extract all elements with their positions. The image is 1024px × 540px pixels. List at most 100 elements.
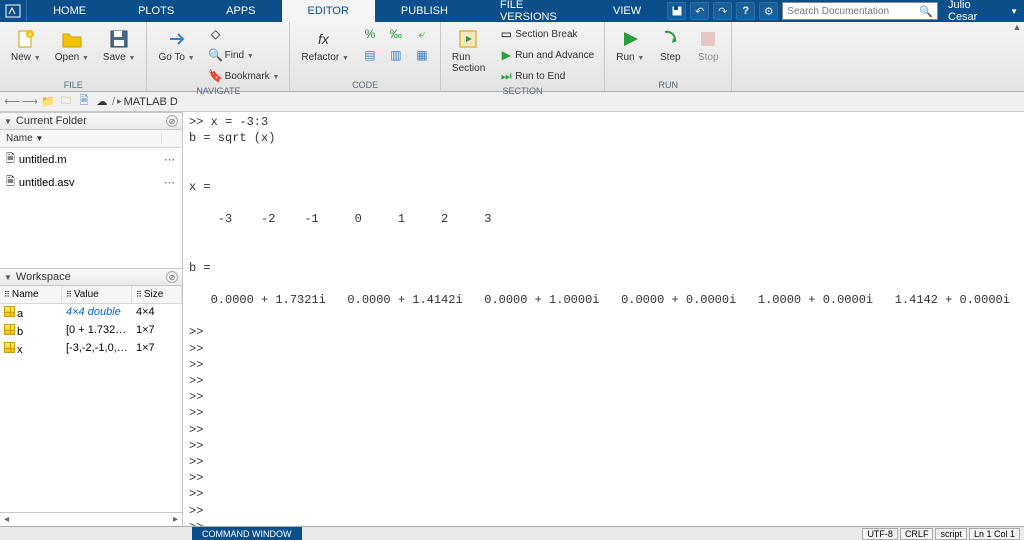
run-button[interactable]: Run ▼ — [611, 24, 649, 66]
file-more-icon[interactable]: ⋯ — [164, 153, 176, 166]
nav-forward-button[interactable]: ⟶ — [22, 94, 38, 110]
cloud-icon[interactable]: ☁ — [94, 94, 110, 110]
workspace-row[interactable]: a4×4 double4×4 — [0, 304, 182, 322]
workspace-header[interactable]: ▼ Workspace ⊘ — [0, 268, 182, 286]
file-row[interactable]: 🗎untitled.asv⋯ — [0, 171, 182, 194]
col-var-name[interactable]: ⠿Name — [0, 286, 62, 303]
variable-icon — [4, 324, 15, 335]
user-dropdown-icon[interactable]: ▼ — [1010, 7, 1018, 16]
comment-icon[interactable]: % — [358, 24, 382, 44]
col-var-size[interactable]: ⠿Size — [132, 286, 182, 303]
path-sep-icon[interactable]: ▸ — [117, 96, 122, 107]
tab-view[interactable]: VIEW — [587, 0, 667, 22]
var-size: 1×7 — [132, 324, 182, 338]
goto-button[interactable]: Go To ▼ — [153, 24, 199, 66]
find-button[interactable]: 🔍Find ▼ — [204, 45, 284, 65]
open-folder-icon — [60, 27, 84, 51]
ribbon-group-file: + New ▼ Open ▼ Save ▼ FILE — [0, 22, 147, 91]
ribbon-collapse-icon[interactable]: ▲ — [1010, 22, 1024, 91]
file-more-icon[interactable]: ⋯ — [164, 176, 176, 189]
tab-editor[interactable]: EDITOR — [282, 0, 375, 22]
tab-home[interactable]: HOME — [27, 0, 112, 22]
uncomment-icon[interactable]: ‰ — [384, 24, 408, 44]
run-advance-button[interactable]: ▶Run and Advance — [494, 45, 598, 65]
run-section-button[interactable]: Run Section — [447, 24, 490, 77]
workspace-row[interactable]: b[0 + 1.7321...1×7 — [0, 322, 182, 340]
section-break-icon: ▭ — [498, 26, 514, 42]
search-documentation[interactable]: 🔍 — [782, 2, 938, 20]
help-icon[interactable]: ? — [736, 2, 755, 20]
scroll-right-icon[interactable]: ▸ — [173, 514, 178, 525]
collapse-icon[interactable]: ▼ — [4, 117, 12, 126]
bookmark-button[interactable]: 🔖Bookmark ▼ — [204, 66, 284, 86]
section-break-button[interactable]: ▭Section Break — [494, 24, 598, 44]
var-value: [0 + 1.7321... — [62, 324, 132, 338]
close-panel-icon[interactable]: ⊘ — [166, 271, 178, 283]
tab-plots[interactable]: PLOTS — [112, 0, 200, 22]
command-window-label[interactable]: COMMAND WINDOW — [192, 527, 302, 540]
wrap-comment-icon[interactable]: ⤶ — [410, 24, 434, 44]
ribbon-group-navigate: Go To ▼ ◇ 🔍Find ▼ 🔖Bookmark ▼ NAVIGATE — [147, 22, 290, 91]
ribbon-group-section: Run Section ▭Section Break ▶Run and Adva… — [441, 22, 605, 91]
status-eol[interactable]: CRLF — [900, 528, 934, 540]
outdent-icon[interactable]: ▥ — [384, 45, 408, 65]
svg-text:fx: fx — [318, 31, 330, 47]
path-segment[interactable]: MATLAB D — [124, 96, 178, 108]
workspace-row[interactable]: x[-3,-2,-1,0,1...1×7 — [0, 340, 182, 358]
stop-button[interactable]: Stop — [691, 24, 725, 66]
scroll-left-icon[interactable]: ◂ — [4, 514, 9, 525]
svg-text:+: + — [28, 30, 33, 39]
redo-icon[interactable]: ↷ — [713, 2, 732, 20]
tab-file-versions[interactable]: FILE VERSIONS — [474, 0, 587, 22]
open-button[interactable]: Open ▼ — [50, 24, 94, 66]
command-window: >> x = -3:3 b = sqrt (x) x = -3 -2 -1 0 … — [183, 112, 1024, 526]
close-panel-icon[interactable]: ⊘ — [166, 115, 178, 127]
tab-publish[interactable]: PUBLISH — [375, 0, 474, 22]
command-output[interactable]: >> x = -3:3 b = sqrt (x) x = -3 -2 -1 0 … — [183, 112, 1024, 526]
step-button[interactable]: Step — [653, 24, 687, 66]
nav-back-icon[interactable]: ◇ — [204, 24, 284, 44]
main-tabs: HOME PLOTS APPS EDITOR PUBLISH FILE VERS… — [27, 0, 667, 22]
col-name[interactable]: Name ▼ — [0, 133, 162, 144]
file-row[interactable]: 🗎untitled.m⋯ — [0, 148, 182, 171]
nav-up-icon[interactable]: 📁 — [40, 94, 56, 110]
find-icon: 🔍 — [208, 47, 224, 63]
user-name[interactable]: Julio Cesar — [942, 0, 1006, 23]
new-button[interactable]: + New ▼ — [6, 24, 46, 66]
undo-icon[interactable]: ↶ — [690, 2, 709, 20]
nav-back-button[interactable]: ⟵ — [4, 94, 20, 110]
stop-icon — [696, 27, 720, 51]
save-button[interactable]: Save ▼ — [98, 24, 141, 66]
run-to-end-button[interactable]: ⏭Run to End — [494, 66, 598, 86]
status-bar: COMMAND WINDOW UTF-8 CRLF script Ln 1 Co… — [0, 526, 1024, 540]
status-cursor-pos: Ln 1 Col 1 — [969, 528, 1020, 540]
main-area: ▼ Current Folder ⊘ Name ▼ 🗎untitled.m⋯🗎u… — [0, 112, 1024, 526]
nav-history-icon[interactable]: 🗎 — [76, 94, 92, 110]
status-mode[interactable]: script — [935, 528, 967, 540]
search-input[interactable] — [787, 6, 919, 17]
ribbon-label-code: CODE — [296, 80, 434, 91]
current-folder-header[interactable]: ▼ Current Folder ⊘ — [0, 112, 182, 130]
smart-indent-icon[interactable]: ▦ — [410, 45, 434, 65]
collapse-icon[interactable]: ▼ — [4, 273, 12, 282]
status-encoding[interactable]: UTF-8 — [862, 528, 898, 540]
file-list: 🗎untitled.m⋯🗎untitled.asv⋯ — [0, 148, 182, 268]
indent-icon[interactable]: ▤ — [358, 45, 382, 65]
col-var-value[interactable]: ⠿Value — [62, 286, 132, 303]
search-icon[interactable]: 🔍 — [919, 5, 933, 18]
variable-icon — [4, 306, 15, 317]
ribbon-group-run: Run ▼ Step Stop RUN — [605, 22, 732, 91]
refactor-button[interactable]: fx Refactor ▼ — [296, 24, 354, 66]
nav-browse-icon[interactable]: 🗀 — [58, 94, 74, 110]
bookmark-icon: 🔖 — [208, 68, 224, 84]
variable-icon — [4, 342, 15, 353]
sidebar-scrollbar[interactable]: ◂ ▸ — [0, 512, 182, 526]
tab-apps[interactable]: APPS — [200, 0, 281, 22]
var-size: 1×7 — [132, 342, 182, 356]
ribbon-label-file: FILE — [6, 80, 140, 91]
workspace-vars: a4×4 double4×4b[0 + 1.7321...1×7x[-3,-2,… — [0, 304, 182, 512]
settings-icon[interactable]: ⚙ — [759, 2, 778, 20]
var-value: [-3,-2,-1,0,1... — [62, 342, 132, 356]
save-all-icon[interactable] — [667, 2, 686, 20]
ribbon-toolbar: + New ▼ Open ▼ Save ▼ FILE Go To ▼ ◇ 🔍Fi… — [0, 22, 1024, 92]
